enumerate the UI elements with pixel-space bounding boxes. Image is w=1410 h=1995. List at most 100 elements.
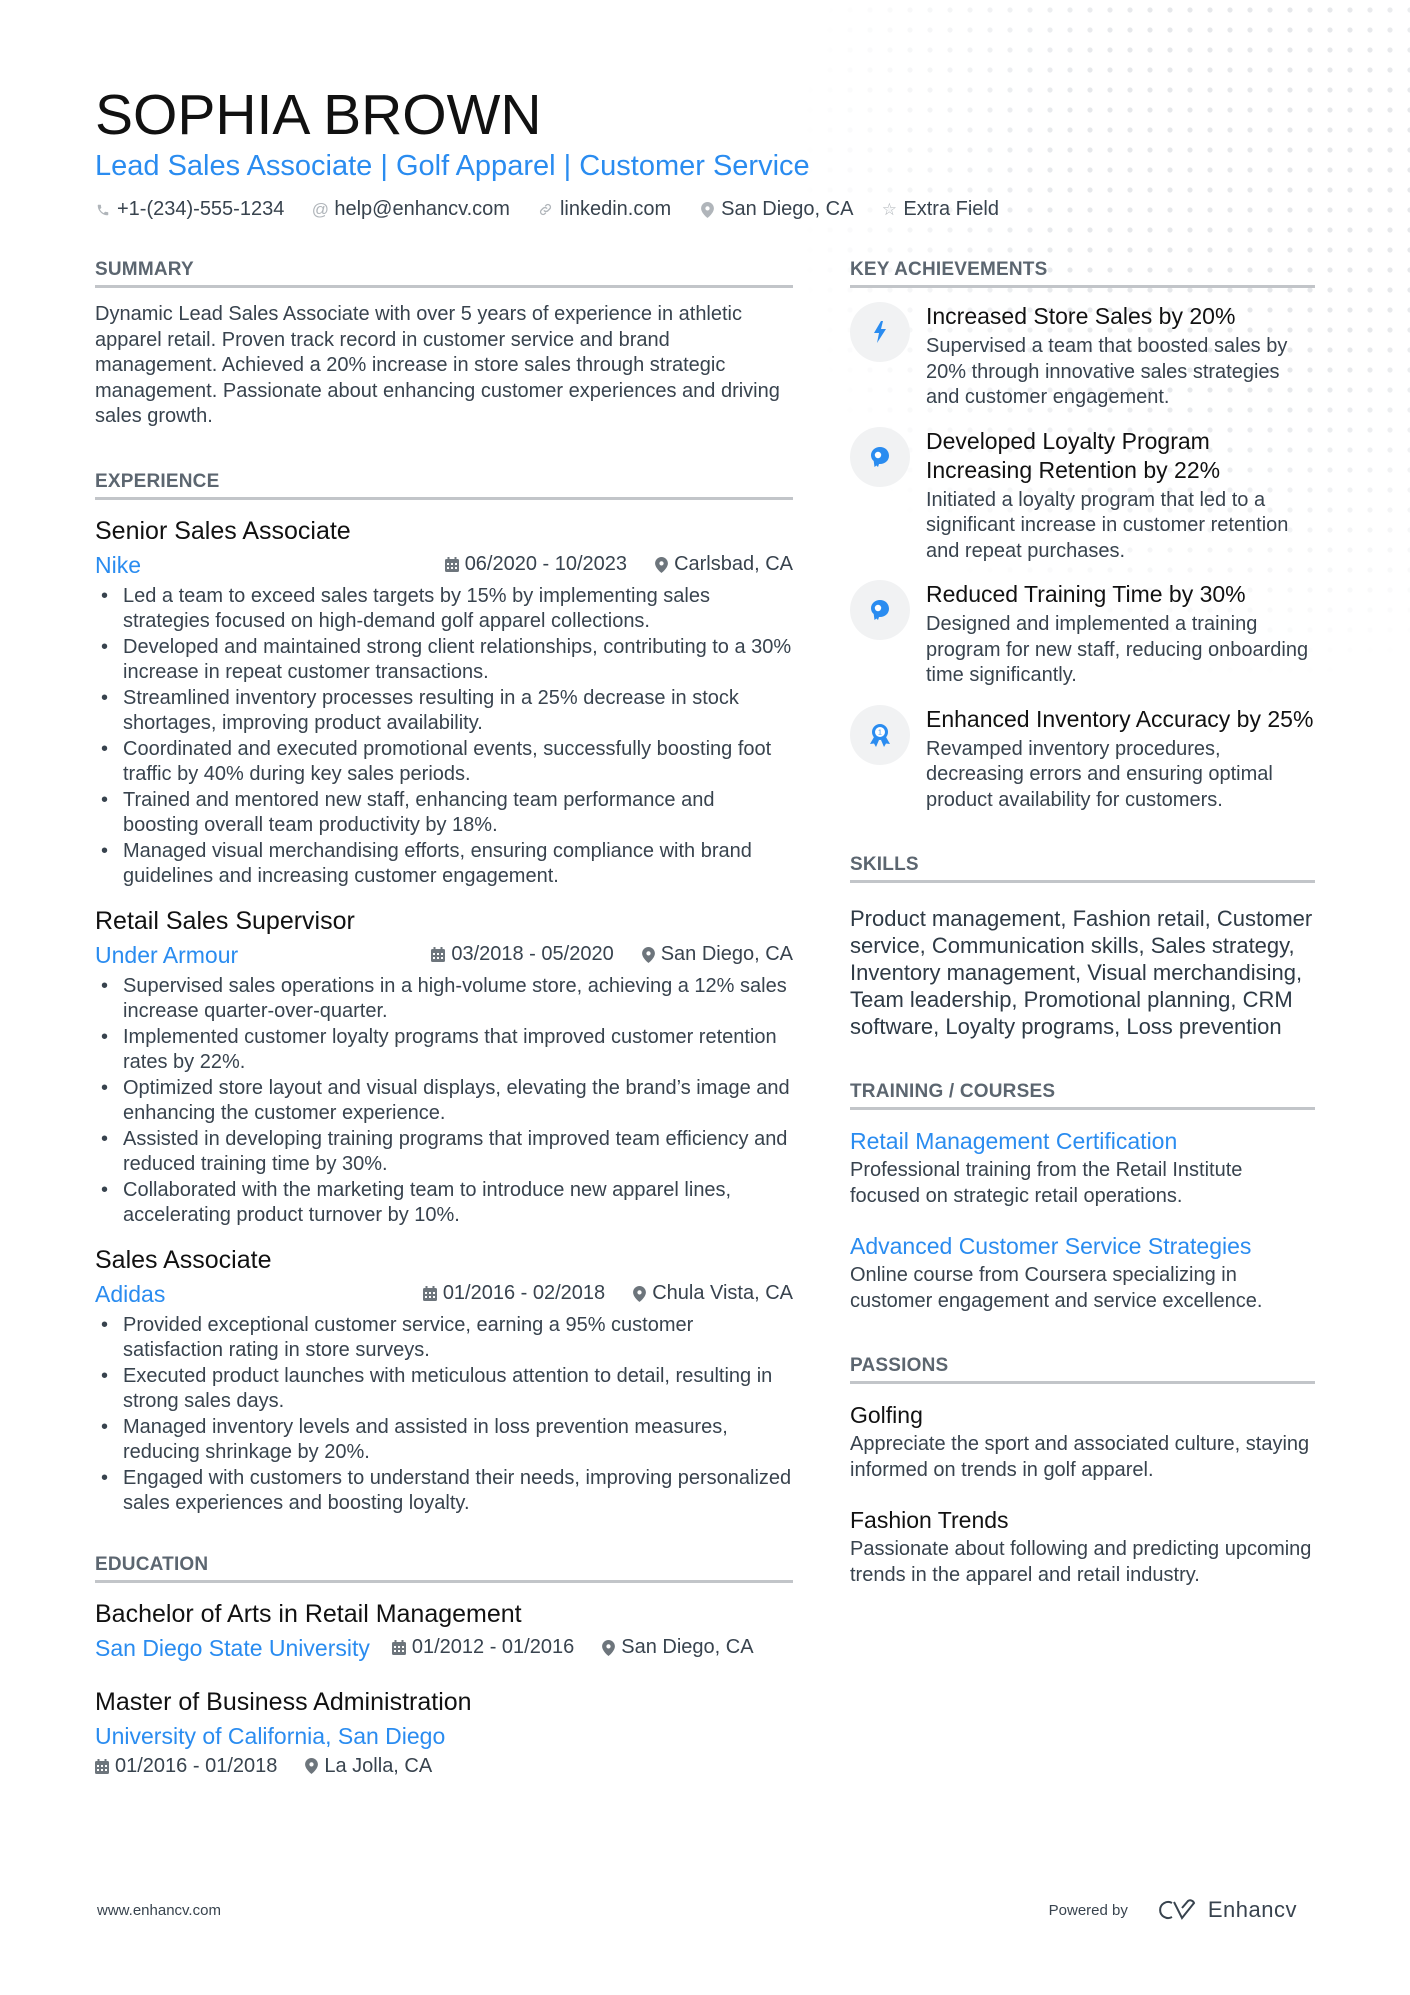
education-entry: Bachelor of Arts in Retail Management Sa… [95, 1597, 793, 1663]
passion-title: Fashion Trends [850, 1507, 1009, 1533]
job-dates-text: 03/2018 - 05/2020 [451, 943, 614, 965]
calendar-icon [422, 1286, 437, 1301]
at-icon: @ [311, 199, 329, 219]
resume-header: SOPHIA BROWN Lead Sales Associate | Golf… [95, 82, 1325, 221]
location-icon [305, 1758, 319, 1774]
job-meta: Under Armour 03/2018 - 05/2020 San Diego… [95, 940, 793, 970]
bullet-item: Collaborated with the marketing team to … [95, 1178, 793, 1229]
contact-phone[interactable]: +1-(234)-555-1234 [95, 198, 284, 221]
achievement-item: Reduced Training Time by 30% Designed an… [850, 580, 1315, 689]
lightning-icon [850, 302, 910, 362]
enhancv-logo-icon [1159, 1899, 1196, 1920]
achievement-title: Developed Loyalty Program Increasing Ret… [926, 427, 1221, 483]
company-name: Under Armour [95, 941, 239, 968]
bullet-item: Led a team to exceed sales targets by 15… [95, 584, 793, 635]
bullet-item: Managed visual merchandising efforts, en… [95, 839, 793, 890]
contact-bar: +1-(234)-555-1234 @ help@enhancv.com lin… [95, 198, 1325, 221]
achievement-item: 1 Enhanced Inventory Accuracy by 25% Rev… [850, 704, 1315, 814]
degree-title: Bachelor of Arts in Retail Management [95, 1599, 522, 1628]
section-title: SUMMARY [95, 258, 793, 288]
achievement-item: Developed Loyalty Program Increasing Ret… [850, 426, 1315, 565]
degree-title: Master of Business Administration [95, 1687, 472, 1716]
bullet-item: Developed and maintained strong client r… [95, 635, 793, 686]
job-location-text: Carlsbad, CA [674, 553, 793, 575]
head-icon [850, 580, 910, 640]
bullet-item: Trained and mentored new staff, enhancin… [95, 788, 793, 839]
passion-desc: Appreciate the sport and associated cult… [850, 1433, 1310, 1481]
calendar-icon [391, 1640, 406, 1655]
education-section: EDUCATION Bachelor of Arts in Retail Man… [95, 1553, 793, 1778]
education-location-text: La Jolla, CA [324, 1754, 433, 1777]
passion-desc: Passionate about following and predictin… [850, 1538, 1312, 1586]
education-dates: 01/2016 - 01/2018 [95, 1755, 277, 1778]
bullet-item: Managed inventory levels and assisted in… [95, 1415, 793, 1466]
contact-location-text: San Diego, CA [721, 198, 854, 220]
achievement-desc: Revamped inventory procedures, decreasin… [926, 737, 1273, 811]
section-title: KEY ACHIEVEMENTS [850, 258, 1315, 288]
job-bullets: Supervised sales operations in a high-vo… [95, 974, 793, 1229]
achievements-section: KEY ACHIEVEMENTS Increased Store Sales b… [850, 258, 1315, 813]
passions-section: PASSIONS Golfing Appreciate the sport an… [850, 1354, 1315, 1588]
bullet-item: Provided exceptional customer service, e… [95, 1313, 793, 1364]
contact-linkedin[interactable]: linkedin.com [538, 198, 671, 221]
footer-url[interactable]: www.enhancv.com [97, 1902, 1049, 1919]
bullet-item: Streamlined inventory processes resultin… [95, 686, 793, 737]
education-location: San Diego, CA [602, 1636, 754, 1659]
powered-by-label: Powered by [1048, 1901, 1128, 1919]
school-name: San Diego State University [95, 1634, 370, 1661]
job-meta: Nike 06/2020 - 10/2023 Carlsbad, CA [95, 550, 793, 580]
page-footer: www.enhancv.com Powered by Enhancv [97, 1897, 1297, 1923]
education-dates-text: 01/2012 - 01/2016 [411, 1636, 575, 1658]
bullet-item: Executed product launches with meticulou… [95, 1364, 793, 1415]
contact-phone-text: +1-(234)-555-1234 [117, 198, 285, 220]
award-icon: 1 [850, 704, 910, 765]
experience-section: EXPERIENCE Senior Sales Associate Nike 0… [95, 470, 793, 1517]
brand-logo[interactable]: Enhancv [1154, 1897, 1297, 1923]
achievement-title: Reduced Training Time by 30% [926, 581, 1246, 607]
contact-location: San Diego, CA [699, 198, 853, 221]
course-item: Retail Management Certification Professi… [850, 1126, 1315, 1209]
achievement-desc: Supervised a team that boosted sales by … [926, 335, 1288, 408]
star-icon: ☆ [881, 199, 898, 219]
job-entry: Retail Sales Supervisor Under Armour 03/… [95, 904, 793, 1229]
skills-section: SKILLS Product management, Fashion retai… [850, 853, 1315, 1040]
course-desc: Online course from Coursera specializing… [850, 1264, 1263, 1312]
company-name: Nike [95, 551, 142, 578]
job-title: Retail Sales Supervisor [95, 906, 355, 935]
job-location: Carlsbad, CA [655, 553, 793, 576]
contact-extra-text: Extra Field [903, 198, 999, 220]
job-dates: 03/2018 - 05/2020 [431, 943, 614, 966]
training-section: TRAINING / COURSES Retail Management Cer… [850, 1080, 1315, 1314]
achievement-title: Enhanced Inventory Accuracy by 25% [926, 705, 1314, 732]
contact-email[interactable]: @ help@enhancv.com [312, 198, 510, 221]
achievement-item: Increased Store Sales by 20% Supervised … [850, 302, 1315, 411]
candidate-name: SOPHIA BROWN [95, 83, 542, 147]
bullet-item: Supervised sales operations in a high-vo… [95, 974, 793, 1025]
education-entry: Master of Business Administration Univer… [95, 1685, 793, 1778]
bullet-item: Engaged with customers to understand the… [95, 1466, 793, 1517]
section-title: EXPERIENCE [95, 470, 793, 500]
passion-item: Golfing Appreciate the sport and associa… [850, 1400, 1315, 1483]
section-title: TRAINING / COURSES [850, 1080, 1315, 1110]
education-location: La Jolla, CA [305, 1755, 432, 1778]
candidate-headline: Lead Sales Associate | Golf Apparel | Cu… [95, 150, 810, 182]
job-dates: 06/2020 - 10/2023 [444, 553, 628, 576]
summary-text: Dynamic Lead Sales Associate with over 5… [95, 303, 780, 427]
calendar-icon [444, 557, 459, 572]
calendar-icon [431, 947, 446, 962]
summary-section: SUMMARY Dynamic Lead Sales Associate wit… [95, 258, 793, 430]
job-bullets: Provided exceptional customer service, e… [95, 1313, 793, 1517]
job-dates-text: 06/2020 - 10/2023 [464, 553, 628, 575]
job-location: Chula Vista, CA [633, 1282, 793, 1305]
location-icon [655, 556, 668, 573]
job-bullets: Led a team to exceed sales targets by 15… [95, 584, 793, 890]
passion-item: Fashion Trends Passionate about followin… [850, 1505, 1315, 1588]
contact-linkedin-text: linkedin.com [559, 198, 672, 220]
bullet-item: Optimized store layout and visual displa… [95, 1076, 793, 1127]
location-icon [641, 946, 655, 963]
svg-text:1: 1 [878, 729, 882, 736]
left-column: SUMMARY Dynamic Lead Sales Associate wit… [95, 258, 793, 1806]
job-title: Sales Associate [95, 1245, 272, 1274]
company-name: Adidas [95, 1280, 166, 1307]
job-title: Senior Sales Associate [95, 516, 351, 545]
